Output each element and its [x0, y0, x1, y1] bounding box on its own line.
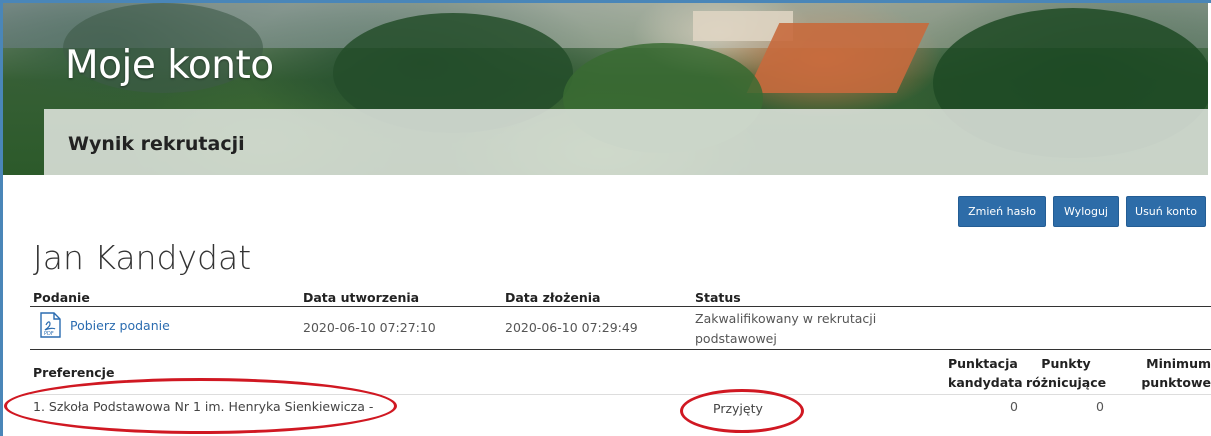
pdf-icon[interactable]: PDF	[40, 312, 61, 338]
column-header-created: Data utworzenia	[303, 290, 420, 305]
preference-score: 0	[1010, 399, 1018, 414]
page-subtitle: Wynik rekrutacji	[68, 133, 245, 155]
logout-button[interactable]: Wyloguj	[1053, 196, 1119, 227]
preference-diff-points: 0	[1096, 399, 1104, 414]
column-header-diff-points: Punkty różnicujące	[1026, 354, 1106, 392]
application-status-line1: Zakwalifikowany w rekrutacji	[695, 311, 877, 326]
banner-roof	[746, 23, 930, 93]
page-title: Moje konto	[65, 43, 274, 88]
change-password-button[interactable]: Zmień hasło	[958, 196, 1046, 227]
svg-text:PDF: PDF	[44, 331, 54, 337]
submitted-date: 2020-06-10 07:29:49	[505, 320, 638, 335]
column-header-candidate-score: Punktacja kandydata	[948, 354, 1023, 392]
table-header-divider	[30, 306, 1211, 307]
diff-points-header-line1: Punkty	[1041, 356, 1091, 371]
diff-points-header-line2: różnicujące	[1026, 375, 1107, 390]
column-header-minimum-points: Minimum punktowe	[1138, 354, 1211, 392]
highlight-oval-status	[680, 389, 804, 433]
candidate-score-header-line2: kandydata	[948, 375, 1023, 390]
minimum-points-header-line1: Minimum	[1146, 356, 1211, 371]
delete-account-button[interactable]: Usuń konto	[1126, 196, 1206, 227]
candidate-name: Jan Kandydat	[33, 238, 252, 277]
subtitle-bar: Wynik rekrutacji	[44, 109, 1208, 175]
download-application-link[interactable]: Pobierz podanie	[70, 318, 170, 333]
table-section-divider	[30, 349, 1211, 350]
application-status: Zakwalifikowany w rekrutacji podstawowej	[695, 309, 876, 349]
application-status-line2: podstawowej	[695, 331, 777, 346]
column-header-submitted: Data złożenia	[505, 290, 601, 305]
header-banner: Moje konto Wynik rekrutacji	[3, 3, 1208, 175]
highlight-oval-school	[4, 378, 397, 434]
column-header-status: Status	[695, 290, 741, 305]
minimum-points-header-line2: punktowe	[1141, 375, 1211, 390]
created-date: 2020-06-10 07:27:10	[303, 320, 436, 335]
candidate-score-header-line1: Punktacja	[948, 356, 1018, 371]
column-header-application: Podanie	[33, 290, 90, 305]
column-header-preferences: Preferencje	[33, 365, 115, 380]
